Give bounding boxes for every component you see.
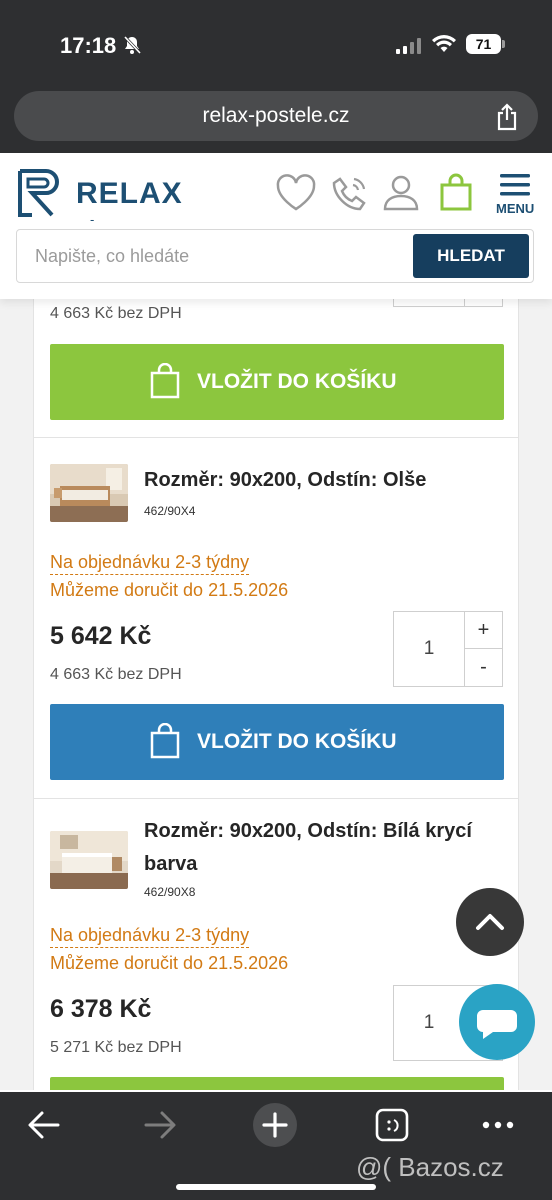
logo-text: RELAX [76,177,183,210]
shopping-bag-icon [150,723,180,759]
url-text[interactable]: relax-postele.cz [14,91,538,141]
site-header: RELAX - POSTELE - MENU Napište, co hledá… [0,153,552,299]
user-icon[interactable] [382,173,420,213]
more-options-icon[interactable] [480,1108,516,1142]
product-variants-list: 4 663 Kč bez DPH - VLOŽIT DO KOŠÍKU [0,290,552,1090]
logo-mark-icon [18,169,59,217]
net-price: 4 663 Kč bez DPH [50,666,182,683]
delivery-date: Můžeme doručit do 21.5.2026 [50,580,289,600]
variant-card: Rozměr: 90x200, Odstín: Olše 462/90X4 Na… [33,437,519,799]
tabs-icon[interactable] [374,1108,410,1142]
new-tab-icon[interactable] [252,1102,298,1148]
cart-icon[interactable] [438,173,474,213]
add-to-cart-label: VLOŽIT DO KOŠÍKU [197,730,397,753]
share-icon[interactable] [494,103,520,131]
bell-muted-icon [123,35,142,55]
chevron-up-icon [476,914,504,930]
chat-bubble-icon [477,1010,517,1039]
qty-increase-button[interactable]: + [464,612,502,649]
add-to-cart-button[interactable]: VLOŽIT DO KOŠÍKU [50,704,504,780]
availability-status[interactable]: Na objednávku 2-3 týdny [50,552,250,575]
variant-card: Rozměr: 90x200, Odstín: Bílá krycí barva… [33,798,519,1090]
quantity-input[interactable]: 1 [394,612,464,686]
battery-level: 71 [466,34,501,54]
price: 5 642 Kč [50,622,152,650]
bed-image [50,464,128,522]
product-thumbnail[interactable] [50,464,128,522]
qty-decrease-button[interactable]: - [464,649,502,686]
availability-status[interactable]: Na objednávku 2-3 týdny [50,925,250,948]
variant-code: 462/90X4 [144,504,196,518]
signal-icon [396,38,421,54]
search-form: Napište, co hledáte HLEDAT [16,229,534,283]
search-input[interactable]: Napište, co hledáte [35,230,189,282]
quantity-input[interactable]: 1 [394,986,464,1060]
home-indicator[interactable] [176,1184,376,1190]
add-to-cart-button[interactable] [50,1077,504,1090]
search-button[interactable]: HLEDAT [413,234,529,278]
browser-top-bar: 17:18 71 relax-postele.cz [0,0,552,153]
battery-indicator: 71 [466,34,506,54]
heart-icon[interactable] [274,173,318,213]
menu-label[interactable]: MENU [496,201,534,216]
forward-arrow-icon[interactable] [142,1108,178,1142]
address-bar[interactable]: relax-postele.cz [14,91,538,141]
price: 6 378 Kč [50,995,152,1023]
add-to-cart-button[interactable]: VLOŽIT DO KOŠÍKU [50,344,504,420]
chat-button[interactable] [459,984,535,1060]
add-to-cart-label: VLOŽIT DO KOŠÍKU [197,370,397,393]
status-time: 17:18 [60,33,117,58]
menu-icon[interactable] [500,173,532,199]
delivery-date: Můžeme doručit do 21.5.2026 [50,953,289,973]
product-thumbnail[interactable] [50,831,128,889]
watermark: @( Bazos.cz [356,1152,504,1182]
phone-icon[interactable] [330,173,370,213]
quantity-stepper[interactable]: 1 + - [393,611,503,687]
back-arrow-icon[interactable] [26,1108,62,1142]
variant-card: 4 663 Kč bez DPH - VLOŽIT DO KOŠÍKU [33,290,519,438]
net-price: 4 663 Kč bez DPH [50,305,182,322]
wifi-icon [432,35,456,52]
variant-title[interactable]: Rozměr: 90x200, Odstín: Olše [144,464,504,497]
scroll-to-top-button[interactable] [456,888,524,956]
shopping-bag-icon [150,363,180,399]
bed-image [50,831,128,889]
net-price: 5 271 Kč bez DPH [50,1039,182,1056]
logo[interactable]: RELAX - POSTELE - [16,167,182,257]
variant-code: 462/90X8 [144,885,196,899]
variant-title[interactable]: Rozměr: 90x200, Odstín: Bílá krycí barva [144,815,504,881]
